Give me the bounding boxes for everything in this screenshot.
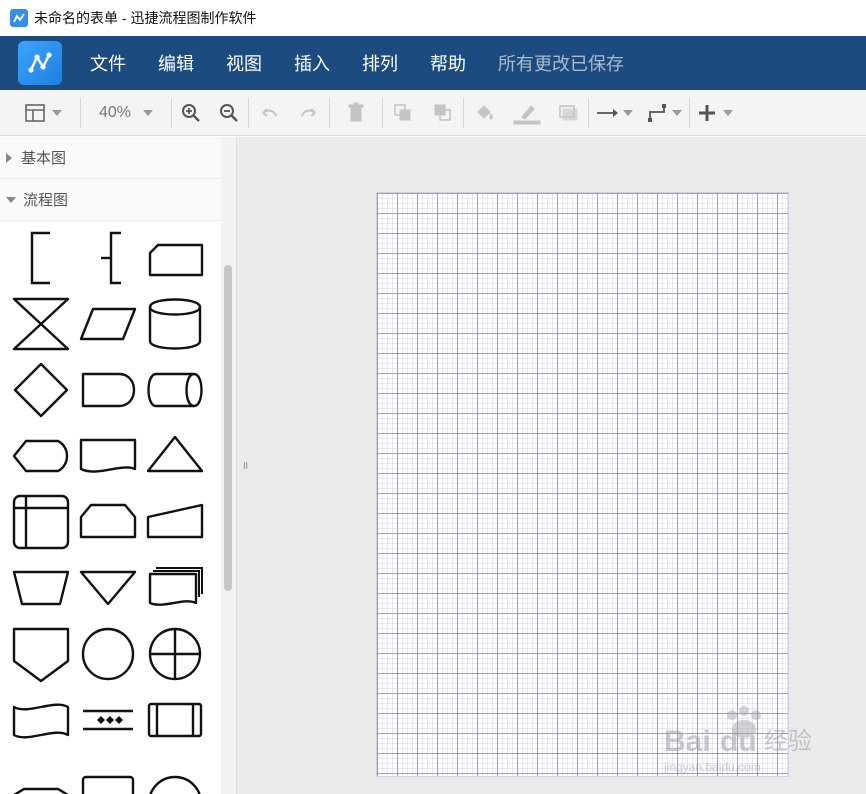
shape-multi-document[interactable] bbox=[144, 557, 206, 619]
insert-button[interactable] bbox=[690, 90, 740, 136]
shape-annotation-brace[interactable] bbox=[77, 227, 139, 289]
to-front-icon bbox=[394, 103, 411, 120]
svg-text:du: du bbox=[720, 725, 757, 758]
fill-color-button[interactable] bbox=[464, 90, 506, 136]
shape-database[interactable] bbox=[144, 293, 206, 355]
line-color-icon bbox=[513, 104, 541, 124]
diagram-page[interactable] bbox=[376, 192, 789, 777]
connection-style-button[interactable] bbox=[589, 90, 639, 136]
collapsed-triangle-icon bbox=[6, 152, 12, 163]
menu-help[interactable]: 帮助 bbox=[414, 36, 482, 90]
waypoint-button[interactable] bbox=[639, 90, 689, 136]
category-label: 基本图 bbox=[21, 150, 67, 167]
shape-card[interactable] bbox=[144, 227, 206, 289]
shape-on-page-connector[interactable] bbox=[77, 623, 139, 685]
category-flowchart[interactable]: 流程图 bbox=[0, 179, 221, 221]
shape-paper-tape[interactable] bbox=[10, 689, 72, 751]
shape-annotation-bracket[interactable] bbox=[10, 227, 72, 289]
shadow-button[interactable] bbox=[548, 90, 588, 136]
app-icon bbox=[10, 9, 28, 27]
menu-view[interactable]: 视图 bbox=[210, 36, 278, 90]
shape-data[interactable] bbox=[77, 293, 139, 355]
zoom-out-button[interactable] bbox=[210, 90, 248, 136]
zoom-in-icon bbox=[182, 103, 200, 122]
shape-off-page-connector[interactable] bbox=[10, 623, 72, 685]
expanded-triangle-icon bbox=[6, 196, 16, 203]
redo-button[interactable] bbox=[289, 90, 329, 136]
zoom-in-button[interactable] bbox=[172, 90, 210, 136]
shape-extract[interactable] bbox=[144, 425, 206, 487]
watermark-logo: Bai du 经验 jingyan.baidu.com bbox=[660, 705, 830, 775]
to-back-button[interactable] bbox=[423, 90, 463, 136]
menu-edit[interactable]: 编辑 bbox=[142, 36, 210, 90]
window-title: 未命名的表单 - 迅捷流程图制作软件 bbox=[34, 10, 257, 26]
shape-start-end[interactable] bbox=[77, 755, 139, 794]
shape-display[interactable] bbox=[10, 425, 72, 487]
zoom-out-icon bbox=[220, 103, 238, 122]
shape-predefined-process[interactable] bbox=[144, 689, 206, 751]
menu-insert[interactable]: 插入 bbox=[278, 36, 346, 90]
shape-manual-operation[interactable] bbox=[10, 557, 72, 619]
shape-document[interactable] bbox=[77, 425, 139, 487]
format-panel-button[interactable] bbox=[18, 90, 68, 136]
to-back-icon bbox=[434, 104, 451, 121]
save-status: 所有更改已保存 bbox=[498, 54, 624, 74]
svg-text:Bai: Bai bbox=[664, 725, 711, 758]
splitter-grip-icon: ॥ bbox=[241, 460, 249, 472]
to-front-button[interactable] bbox=[383, 90, 423, 136]
shape-decision[interactable] bbox=[10, 359, 72, 421]
connection-arrow-icon bbox=[597, 108, 618, 117]
toolbar: 40% bbox=[0, 90, 866, 136]
undo-button[interactable] bbox=[249, 90, 289, 136]
shape-library: 基本图 流程图 bbox=[0, 137, 236, 794]
shape-summing-junction[interactable] bbox=[144, 755, 206, 794]
shape-or[interactable] bbox=[144, 623, 206, 685]
fill-color-icon bbox=[477, 104, 493, 120]
svg-text:经验: 经验 bbox=[764, 727, 812, 755]
sidebar-scrollbar-thumb[interactable] bbox=[224, 265, 232, 591]
shape-internal-storage[interactable] bbox=[10, 491, 72, 553]
shape-direct-data[interactable] bbox=[144, 359, 206, 421]
redo-icon bbox=[301, 107, 316, 117]
shape-parallel-mode[interactable] bbox=[77, 689, 139, 751]
shape-manual-input[interactable] bbox=[144, 491, 206, 553]
diagram-canvas[interactable] bbox=[252, 137, 866, 794]
delete-button[interactable] bbox=[330, 90, 382, 136]
category-basic[interactable]: 基本图 bbox=[0, 137, 221, 179]
format-panel-icon bbox=[25, 103, 45, 122]
sidebar-splitter[interactable]: ॥ bbox=[236, 137, 252, 794]
shadow-icon bbox=[559, 104, 578, 120]
category-label: 流程图 bbox=[23, 192, 69, 209]
svg-text:jingyan.baidu.com: jingyan.baidu.com bbox=[663, 760, 761, 774]
app-logo-icon[interactable] bbox=[18, 41, 62, 85]
waypoint-icon bbox=[648, 103, 666, 122]
delete-icon bbox=[348, 102, 364, 121]
shape-collate[interactable] bbox=[10, 293, 72, 355]
shape-process[interactable] bbox=[10, 755, 72, 794]
zoom-level: 40% bbox=[98, 103, 132, 121]
shape-loop-limit[interactable] bbox=[77, 491, 139, 553]
insert-plus-icon bbox=[699, 104, 715, 121]
window-titlebar: 未命名的表单 - 迅捷流程图制作软件 bbox=[0, 0, 866, 36]
line-color-button[interactable] bbox=[506, 90, 548, 136]
shape-merge[interactable] bbox=[77, 557, 139, 619]
menu-arrange[interactable]: 排列 bbox=[346, 36, 414, 90]
zoom-select[interactable]: 40% bbox=[81, 90, 171, 136]
undo-icon bbox=[262, 107, 277, 117]
shape-delay[interactable] bbox=[77, 359, 139, 421]
menu-file[interactable]: 文件 bbox=[74, 36, 142, 90]
menubar: 文件 编辑 视图 插入 排列 帮助 所有更改已保存 bbox=[0, 36, 866, 90]
